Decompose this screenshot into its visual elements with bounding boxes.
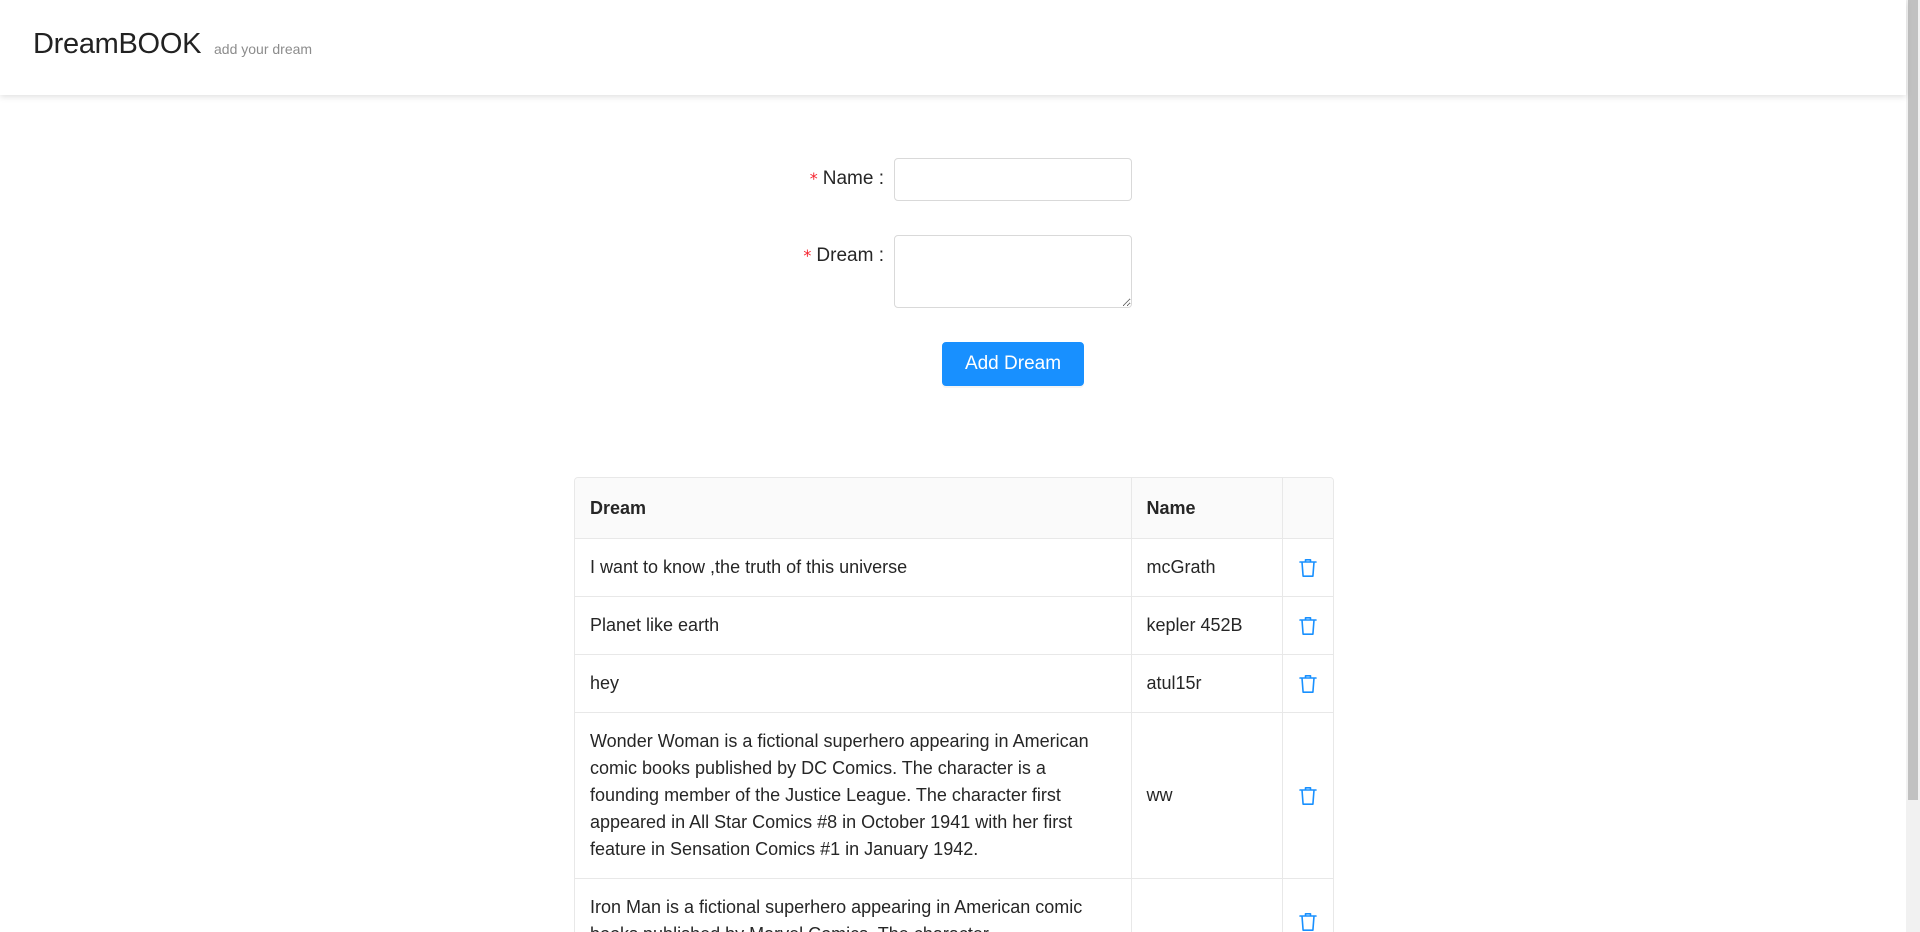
column-header-actions bbox=[1282, 478, 1333, 539]
delete-dream-button[interactable] bbox=[1298, 615, 1317, 636]
table-row: Planet like earth kepler 452B bbox=[575, 596, 1333, 655]
dreams-table: Dream Name I want to know ,the truth of … bbox=[574, 477, 1334, 932]
table-row: Iron Man is a fictional superhero appear… bbox=[575, 878, 1333, 932]
required-mark: * bbox=[809, 169, 818, 188]
name-input[interactable] bbox=[894, 158, 1132, 201]
delete-dream-button[interactable] bbox=[1298, 557, 1317, 578]
page: DreamBOOK add your dream * Name : * Dream … bbox=[0, 0, 1920, 932]
dream-cell: Wonder Woman is a fictional superhero ap… bbox=[575, 712, 1132, 879]
dream-textarea[interactable] bbox=[894, 235, 1132, 308]
table-row: I want to know ,the truth of this univer… bbox=[575, 538, 1333, 597]
required-mark: * bbox=[803, 246, 812, 265]
dream-label: * Dream : bbox=[784, 245, 884, 267]
action-cell bbox=[1282, 712, 1333, 879]
delete-dream-button[interactable] bbox=[1298, 785, 1317, 806]
table-header-row: Dream Name bbox=[575, 478, 1333, 539]
app-header: DreamBOOK add your dream bbox=[0, 0, 1906, 95]
dream-cell: Planet like earth bbox=[575, 596, 1132, 655]
delete-dream-button[interactable] bbox=[1298, 911, 1317, 932]
tagline: add your dream bbox=[214, 41, 313, 57]
trash-icon[interactable] bbox=[1298, 558, 1317, 578]
dream-cell: hey bbox=[575, 654, 1132, 713]
table-body: I want to know ,the truth of this univer… bbox=[575, 538, 1333, 932]
trash-icon[interactable] bbox=[1298, 912, 1317, 932]
name-cell: ww bbox=[1131, 712, 1283, 879]
trash-icon[interactable] bbox=[1298, 674, 1317, 694]
trash-icon[interactable] bbox=[1298, 616, 1317, 636]
name-cell: mcGrath bbox=[1131, 538, 1283, 597]
action-cell bbox=[1282, 538, 1333, 597]
name-label-text: Name : bbox=[822, 168, 884, 189]
brand-logo-text[interactable]: DreamBOOK bbox=[33, 28, 201, 61]
add-dream-button[interactable]: Add Dream bbox=[942, 342, 1084, 386]
delete-dream-button[interactable] bbox=[1298, 673, 1317, 694]
action-cell bbox=[1282, 878, 1333, 932]
dream-cell: I want to know ,the truth of this univer… bbox=[575, 538, 1132, 597]
scrollbar-thumb[interactable] bbox=[1908, 0, 1918, 800]
column-header-name[interactable]: Name bbox=[1131, 478, 1283, 539]
name-cell bbox=[1131, 878, 1283, 932]
table-row: Wonder Woman is a fictional superhero ap… bbox=[575, 712, 1333, 879]
action-cell bbox=[1282, 654, 1333, 713]
page-scrollbar[interactable] bbox=[1906, 0, 1920, 932]
action-cell bbox=[1282, 596, 1333, 655]
column-header-dream[interactable]: Dream bbox=[575, 478, 1132, 539]
trash-icon[interactable] bbox=[1298, 786, 1317, 806]
name-label: * Name : bbox=[800, 168, 884, 190]
name-cell: atul15r bbox=[1131, 654, 1283, 713]
name-cell: kepler 452B bbox=[1131, 596, 1283, 655]
dream-label-text: Dream : bbox=[816, 245, 884, 266]
table-row: hey atul15r bbox=[575, 654, 1333, 713]
dream-cell: Iron Man is a fictional superhero appear… bbox=[575, 878, 1132, 932]
